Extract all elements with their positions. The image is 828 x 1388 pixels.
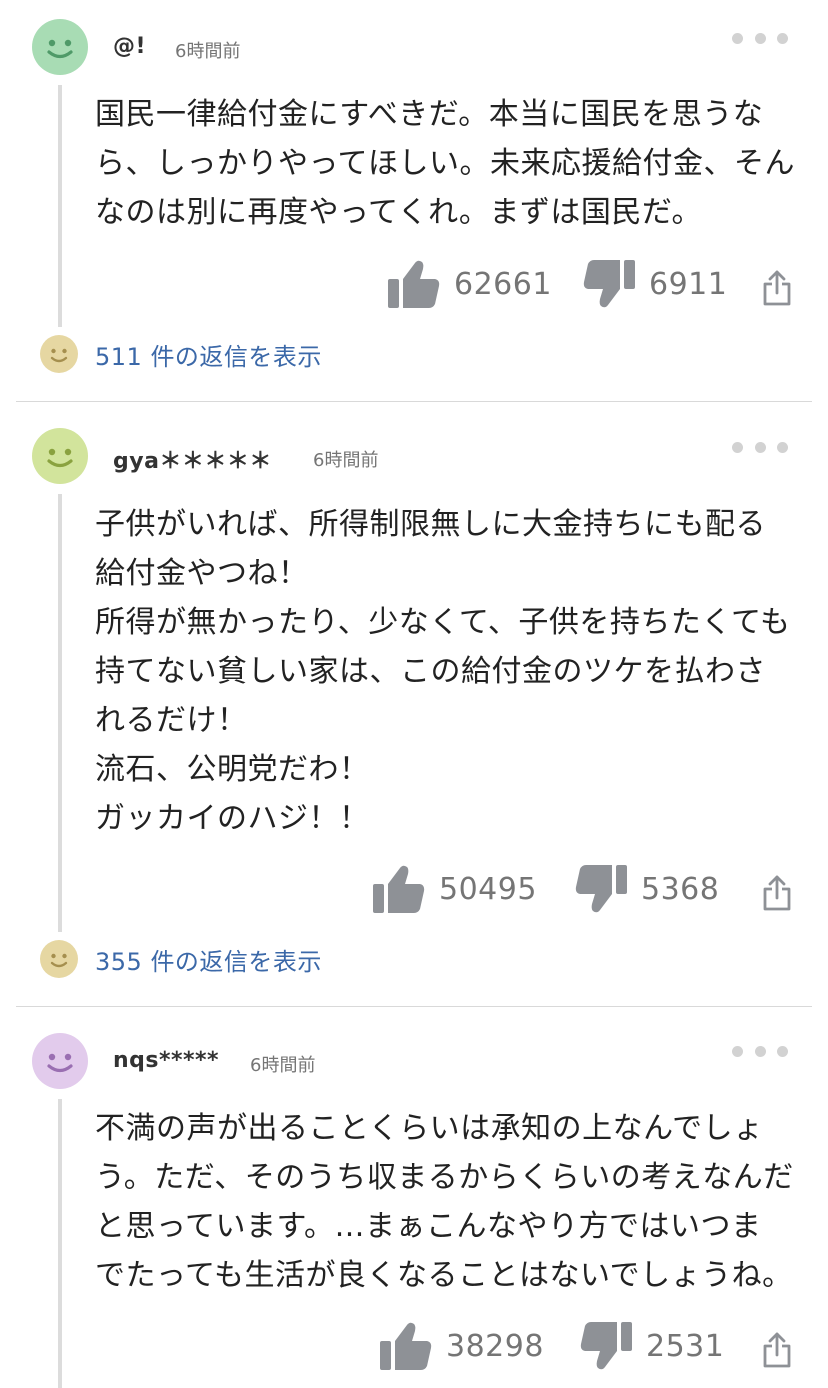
like-count: 38298 [446,1328,544,1364]
like-button[interactable]: 50495 [373,864,537,914]
comment-body: 子供がいれば、所得制限無しに大金持ちにも配る 給付金やつね！ 所得が無かったり、… [95,507,791,836]
username[interactable]: nqs***** [113,1048,219,1073]
smiley-face-icon [40,940,78,978]
dislike-count: 6911 [649,266,728,302]
dislike-count: 5368 [641,871,720,907]
comment-body: 国民一律給付金にすべきだ。本当に国民を思うな ら、しっかりやってほしい。未来応援… [95,97,795,230]
share-icon[interactable] [762,874,792,912]
more-options-icon[interactable] [732,1041,788,1061]
share-icon[interactable] [762,269,792,307]
thumbs-down-icon [583,260,635,308]
avatar[interactable] [32,19,88,75]
comment-2: gya＊＊＊＊＊ 6時間前 子供がいれば、所得制限無しに大金持ちにも配る 給付金… [0,402,828,1006]
comment-3: nqs***** 6時間前 不満の声が出ることくらいは承知の上なんでしょ う。た… [0,1007,828,1388]
thumbs-up-icon [388,260,440,308]
dislike-button[interactable]: 2531 [580,1321,724,1371]
smiley-avatar-icon [32,428,88,484]
username[interactable]: @! [113,34,146,59]
smiley-avatar-icon [32,1033,88,1089]
dislike-button[interactable]: 5368 [575,864,719,914]
like-button[interactable]: 38298 [380,1321,544,1371]
like-count: 62661 [454,266,552,302]
dislike-count: 2531 [646,1328,725,1364]
comment-1: @! 6時間前 国民一律給付金にすべきだ。本当に国民を思うな ら、しっかりやって… [0,0,828,400]
timestamp: 6時間前 [250,1055,316,1076]
show-replies-link[interactable]: 511 件の返信を表示 [40,335,322,373]
like-count: 50495 [439,871,537,907]
more-options-icon[interactable] [732,28,788,48]
more-options-icon[interactable] [732,437,788,457]
avatar[interactable] [32,1033,88,1089]
comment-body: 不満の声が出ることくらいは承知の上なんでしょ う。ただ、そのうち収まるからくらい… [95,1111,794,1293]
share-icon[interactable] [762,1331,792,1369]
thumbs-up-icon [380,1322,432,1370]
replies-label: 511 件の返信を表示 [95,342,322,371]
replies-label: 355 件の返信を表示 [95,947,322,976]
smiley-avatar-icon [32,19,88,75]
comment-actions: 50495 5368 [0,864,828,924]
thumbs-down-icon [575,865,627,913]
timestamp: 6時間前 [313,450,379,471]
like-button[interactable]: 62661 [388,259,552,309]
comment-actions: 38298 2531 [0,1321,828,1381]
smiley-face-icon [40,335,78,373]
username[interactable]: gya＊＊＊＊＊ [113,443,272,475]
avatar[interactable] [32,428,88,484]
dislike-button[interactable]: 6911 [583,259,727,309]
thumbs-up-icon [373,865,425,913]
comment-actions: 62661 6911 [0,259,828,319]
timestamp: 6時間前 [175,41,241,62]
show-replies-link[interactable]: 355 件の返信を表示 [40,940,322,978]
thumbs-down-icon [580,1322,632,1370]
